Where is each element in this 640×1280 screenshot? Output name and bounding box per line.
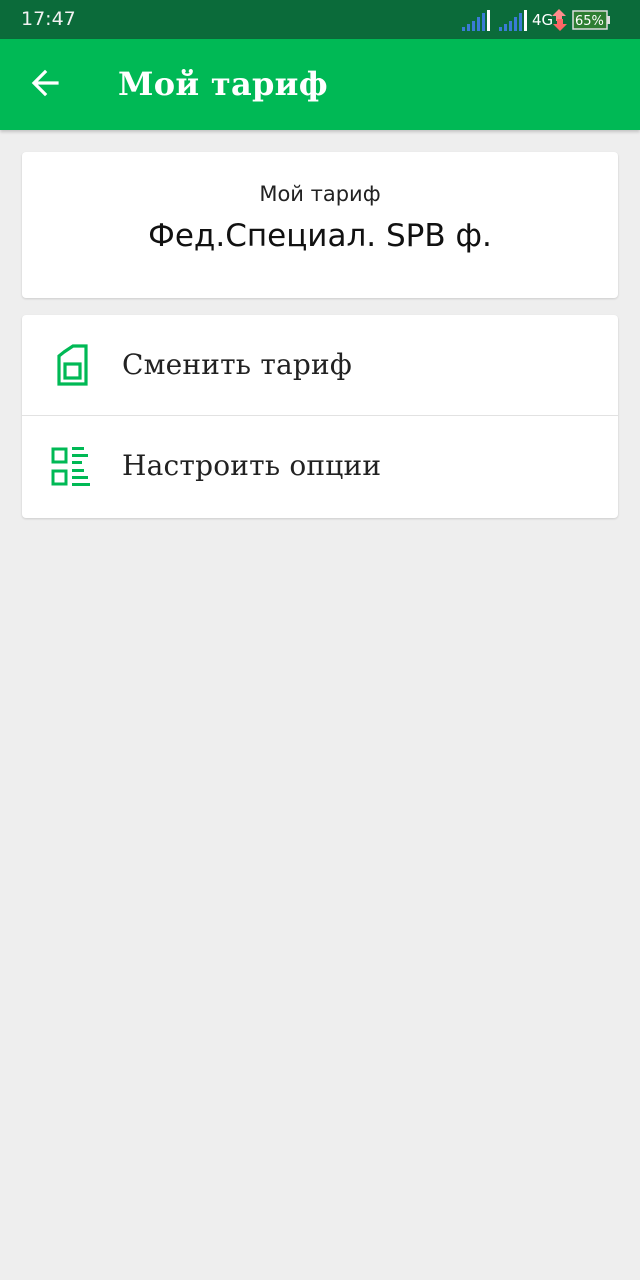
status-time: 17:47 [21, 8, 76, 30]
signal-icon [462, 10, 490, 31]
page-title: Мой тариф [118, 65, 328, 103]
status-bar: 17:47 4G 65% [0, 0, 640, 39]
tariff-actions-card: Сменить тариф Настроить опции [22, 315, 618, 518]
back-button[interactable] [24, 61, 68, 105]
tariff-card: Мой тариф Фед.Специал. SPB ф. [22, 152, 618, 298]
options-list-icon [50, 444, 96, 490]
battery-percent: 65% [575, 14, 604, 29]
change-tariff-button[interactable]: Сменить тариф [22, 315, 618, 416]
tariff-label: Мой тариф [259, 182, 381, 206]
change-tariff-label: Сменить тариф [122, 348, 353, 381]
data-arrows-icon [552, 9, 567, 31]
network-type: 4G [532, 11, 553, 29]
arrow-left-icon [31, 69, 59, 97]
app-bar: Мой тариф [0, 39, 640, 130]
tariff-name: Фед.Специал. SPB ф. [148, 218, 492, 254]
sim-card-icon [50, 343, 96, 389]
signal-icon [499, 10, 527, 31]
configure-options-button[interactable]: Настроить опции [22, 416, 618, 517]
battery-icon: 65% [572, 10, 610, 30]
configure-options-label: Настроить опции [122, 449, 382, 482]
status-icons: 4G 65% [462, 5, 622, 33]
